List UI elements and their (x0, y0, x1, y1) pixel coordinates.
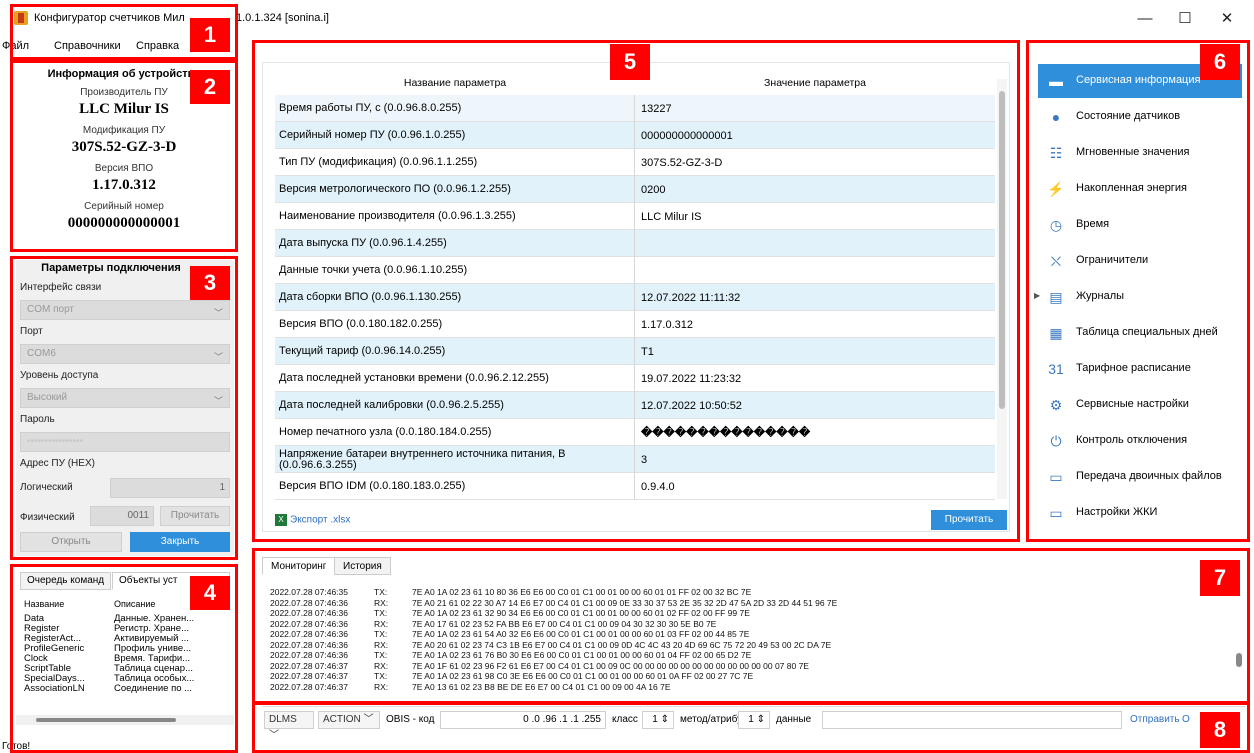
app-window: Конфигуратор счетчиков Мил 1.0.1.324 [so… (0, 0, 1254, 753)
window-title-version: 1.0.1.324 [sonina.i] (236, 12, 329, 24)
callout-label-5: 5 (610, 44, 650, 80)
close-button[interactable]: ✕ (1212, 8, 1242, 30)
maximize-button[interactable]: ☐ (1170, 8, 1200, 30)
callout-box-6 (1026, 40, 1250, 542)
callout-label-2: 2 (190, 70, 230, 104)
callout-box-8 (252, 702, 1250, 753)
callout-label-8: 8 (1200, 712, 1240, 748)
callout-box-5 (252, 40, 1020, 542)
callout-label-3: 3 (190, 266, 230, 300)
callout-label-7: 7 (1200, 560, 1240, 596)
callout-box-3 (10, 256, 238, 560)
callout-label-4: 4 (190, 576, 230, 610)
callout-label-1: 1 (190, 18, 230, 52)
callout-label-6: 6 (1200, 44, 1240, 80)
callout-box-7 (252, 548, 1250, 704)
minimize-button[interactable]: — (1130, 8, 1160, 30)
